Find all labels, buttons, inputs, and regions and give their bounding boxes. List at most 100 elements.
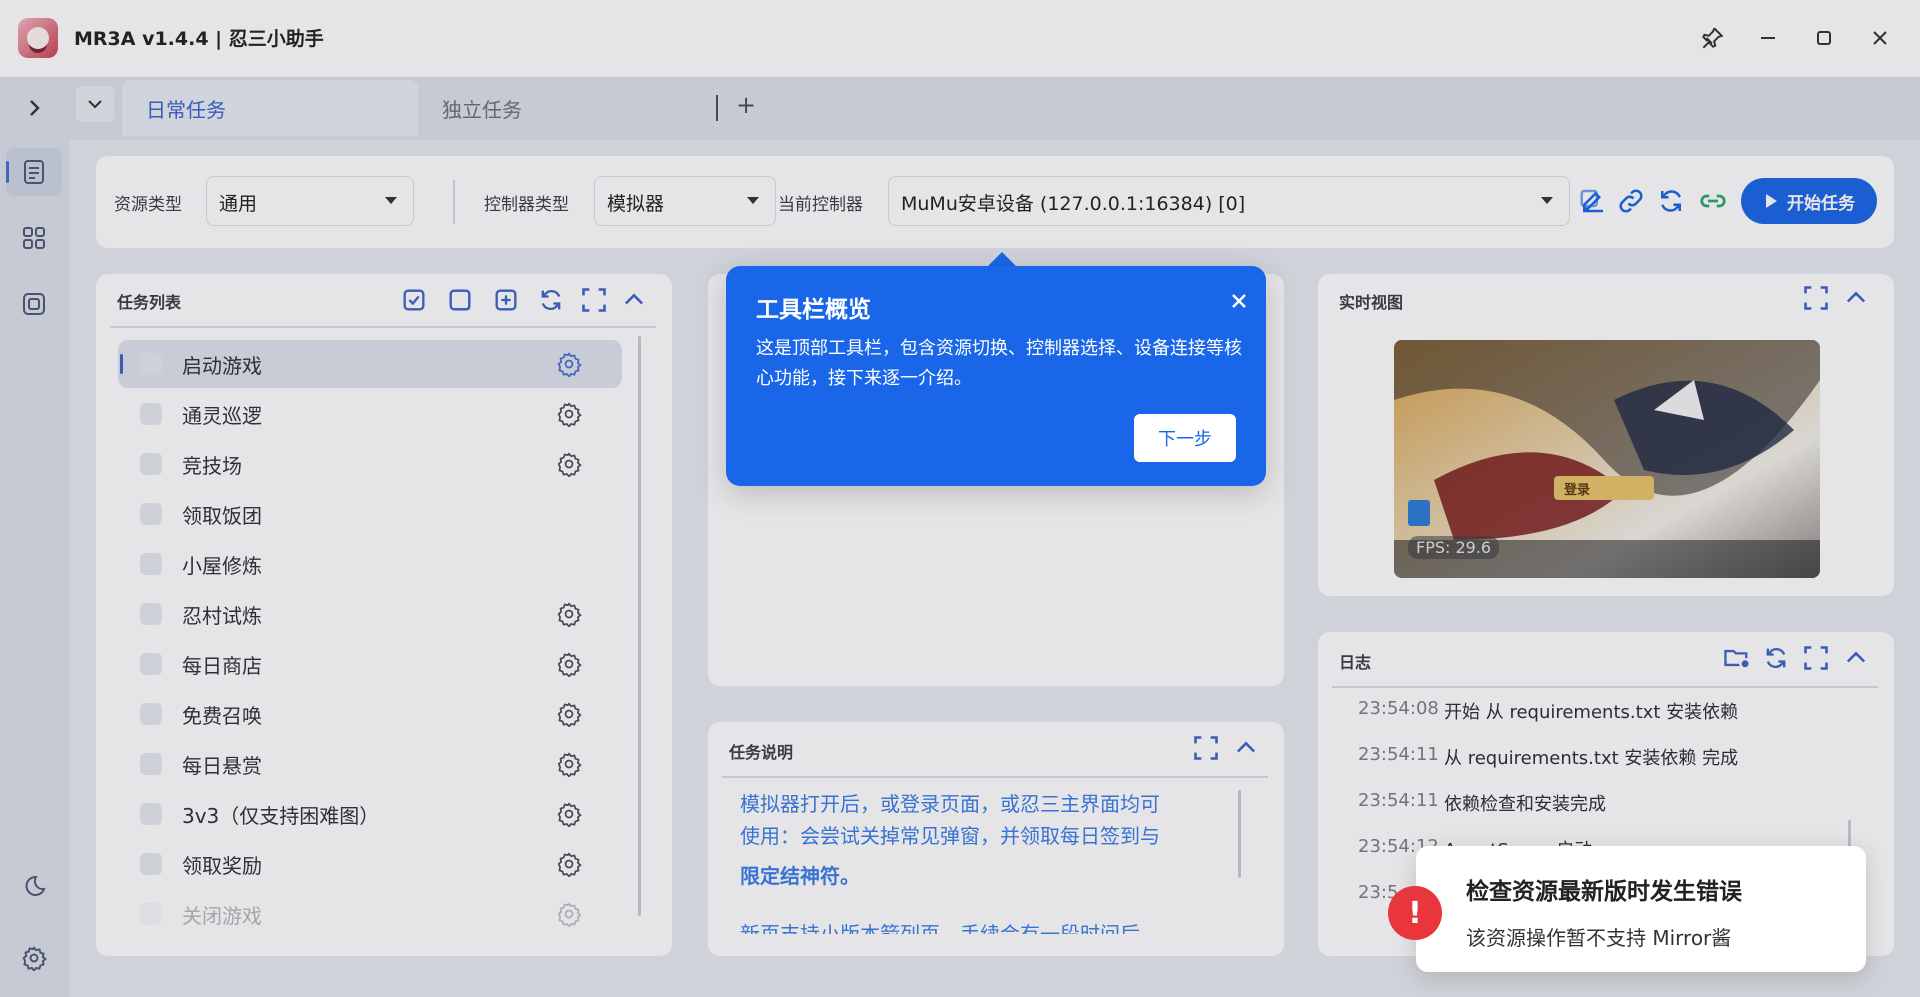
task-checkbox[interactable] <box>140 903 162 925</box>
task-row[interactable]: 3v3（仅支持困难图） <box>118 790 622 838</box>
refresh-icon[interactable] <box>1656 186 1686 216</box>
task-description-line: 新页支持小版本箭列页，手续会有一段时间后 <box>740 922 1140 934</box>
nav-screenshot-icon[interactable] <box>6 280 62 328</box>
edit-icon[interactable] <box>1578 186 1608 216</box>
task-row[interactable]: 领取饭团 <box>118 490 622 538</box>
settings-gear-icon[interactable] <box>6 934 62 982</box>
add-tab-button[interactable]: + <box>734 88 758 122</box>
task-row[interactable]: 每日商店 <box>118 640 622 688</box>
fullscreen-icon[interactable] <box>1802 284 1832 314</box>
fullscreen-icon[interactable] <box>1802 644 1832 674</box>
close-button[interactable] <box>1860 18 1900 58</box>
task-settings-gear-icon[interactable] <box>556 351 582 377</box>
tour-next-button[interactable]: 下一步 <box>1134 414 1236 462</box>
task-row[interactable]: 小屋修炼 <box>118 540 622 588</box>
expand-nav-button[interactable] <box>6 84 62 132</box>
resource-type-select[interactable]: 通用 <box>206 176 414 226</box>
log-text: 开始 从 requirements.txt 安装依赖 <box>1444 702 1739 723</box>
task-label: 竞技场 <box>182 454 242 478</box>
panel-divider <box>110 326 656 328</box>
add-task-icon[interactable] <box>492 286 522 316</box>
connect-link-icon[interactable] <box>1698 186 1728 216</box>
task-checkbox[interactable] <box>140 703 162 725</box>
task-label: 领取奖励 <box>182 854 262 878</box>
task-settings-gear-icon[interactable] <box>556 801 582 827</box>
task-label: 忍村试炼 <box>182 604 262 628</box>
task-settings-gear-icon[interactable] <box>556 601 582 627</box>
theme-moon-icon[interactable] <box>6 862 62 910</box>
collapse-panel-icon[interactable] <box>620 286 650 316</box>
controller-type-select[interactable]: 模拟器 <box>594 176 776 226</box>
task-settings-gear-icon[interactable] <box>556 901 582 927</box>
tour-pointer <box>988 252 1016 266</box>
open-folder-icon[interactable] <box>1722 644 1752 674</box>
start-task-button[interactable]: 开始任务 <box>1741 178 1877 224</box>
collapse-panel-icon[interactable] <box>1842 284 1872 314</box>
tour-close-icon[interactable] <box>1224 286 1254 316</box>
task-row[interactable]: 忍村试炼 <box>118 590 622 638</box>
fps-counter: FPS: 29.6 <box>1408 536 1500 559</box>
task-checkbox[interactable] <box>140 853 162 875</box>
current-controller-label: 当前控制器 <box>778 195 863 215</box>
task-settings-gear-icon[interactable] <box>556 451 582 477</box>
select-all-icon[interactable] <box>400 286 430 316</box>
task-checkbox[interactable] <box>140 603 162 625</box>
app-logo <box>18 18 58 58</box>
task-description-title: 任务说明 <box>729 743 794 762</box>
log-text: 从 requirements.txt 安装依赖 完成 <box>1444 748 1739 769</box>
task-row[interactable]: 竞技场 <box>118 440 622 488</box>
collapse-panel-icon[interactable] <box>1842 644 1872 674</box>
nav-tasks-icon[interactable] <box>6 148 62 196</box>
task-settings-gear-icon[interactable] <box>556 701 582 727</box>
task-checkbox[interactable] <box>140 653 162 675</box>
nav-grid-icon[interactable] <box>6 214 62 262</box>
chevron-down-icon <box>385 197 397 204</box>
log-time: 23:54:11 <box>1358 790 1439 811</box>
task-checkbox[interactable] <box>140 453 162 475</box>
game-screen-preview[interactable]: 登录 FPS: 29.6 <box>1394 340 1820 578</box>
task-label: 3v3（仅支持困难图） <box>182 804 380 828</box>
task-checkbox[interactable] <box>140 403 162 425</box>
task-checkbox[interactable] <box>140 553 162 575</box>
task-label: 免费召唤 <box>182 704 262 728</box>
link-icon[interactable] <box>1616 186 1646 216</box>
task-checkbox[interactable] <box>140 353 162 375</box>
tab-collapse-button[interactable] <box>76 86 114 122</box>
tour-title: 工具栏概览 <box>756 297 871 323</box>
task-description-line: 限定结神符。 <box>740 864 860 888</box>
task-checkbox[interactable] <box>140 803 162 825</box>
minimize-button[interactable] <box>1748 18 1788 58</box>
task-list-title: 任务列表 <box>117 293 182 312</box>
task-list-scrollbar[interactable] <box>638 336 641 916</box>
chevron-down-icon <box>1541 197 1553 204</box>
chevron-down-icon <box>747 197 759 204</box>
live-view-title: 实时视图 <box>1339 293 1404 312</box>
task-settings-gear-icon[interactable] <box>556 401 582 427</box>
description-scrollbar[interactable] <box>1238 790 1241 878</box>
deselect-all-icon[interactable] <box>446 286 476 316</box>
task-checkbox[interactable] <box>140 503 162 525</box>
fullscreen-icon[interactable] <box>580 286 610 316</box>
collapse-panel-icon[interactable] <box>1232 734 1262 764</box>
task-checkbox[interactable] <box>140 753 162 775</box>
task-row[interactable]: 启动游戏 <box>118 340 622 388</box>
task-row[interactable]: 每日悬赏 <box>118 740 622 788</box>
task-row[interactable]: 领取奖励 <box>118 840 622 888</box>
tab-independent-tasks[interactable]: 独立任务 <box>442 94 522 123</box>
task-settings-gear-icon[interactable] <box>556 651 582 677</box>
refresh-tasks-icon[interactable] <box>537 286 567 316</box>
current-controller-select[interactable]: MuMu安卓设备 (127.0.0.1:16384) [0] <box>888 176 1570 226</box>
controller-type-label: 控制器类型 <box>484 195 569 215</box>
fullscreen-icon[interactable] <box>1192 734 1222 764</box>
task-row[interactable]: 关闭游戏 <box>118 890 622 938</box>
login-button[interactable]: 登录 <box>1564 479 1590 498</box>
refresh-log-icon[interactable] <box>1762 644 1792 674</box>
task-settings-gear-icon[interactable] <box>556 851 582 877</box>
log-text: 依赖检查和安装完成 <box>1444 794 1606 815</box>
log-time: 23:54:08 <box>1358 698 1439 719</box>
pin-icon[interactable] <box>1692 18 1732 58</box>
task-settings-gear-icon[interactable] <box>556 751 582 777</box>
maximize-button[interactable] <box>1804 18 1844 58</box>
task-row[interactable]: 通灵巡逻 <box>118 390 622 438</box>
task-row[interactable]: 免费召唤 <box>118 690 622 738</box>
